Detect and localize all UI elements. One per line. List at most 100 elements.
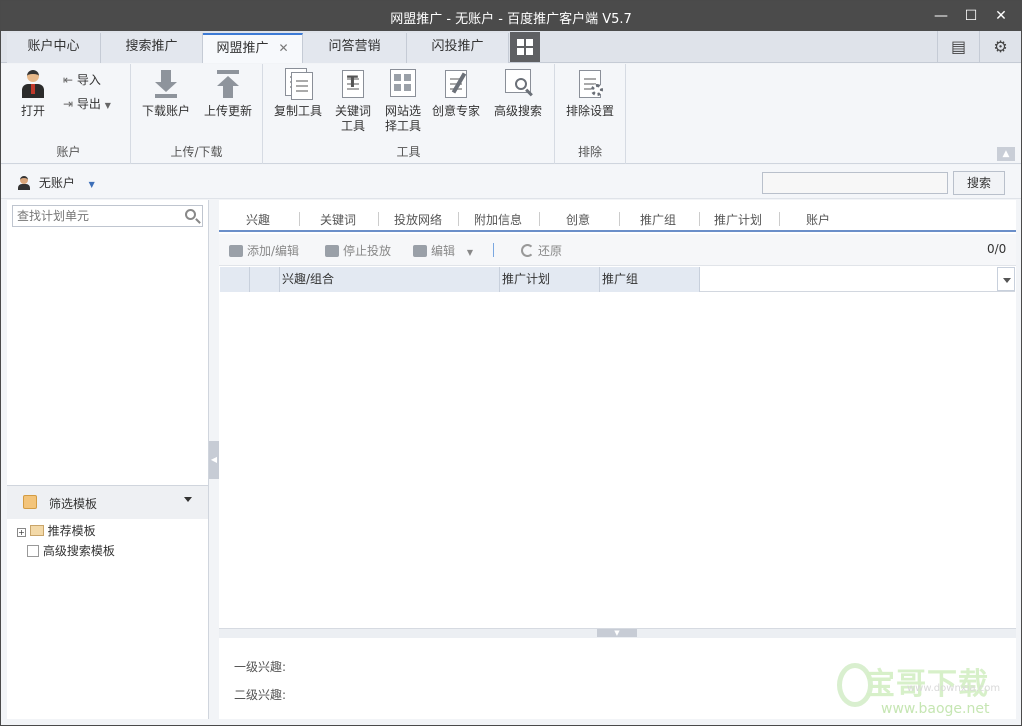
restore-label: 还原 [538, 244, 563, 258]
tab-label: 闪投推广 [431, 39, 484, 54]
upload-label: 上传更新 [203, 104, 252, 118]
site-select-tool-button[interactable]: 网站选 择工具 [379, 68, 427, 134]
tab-flash-promotion[interactable]: 闪投推广 [407, 33, 509, 63]
site-label-line1: 网站选 [384, 104, 421, 118]
add-edit-button[interactable]: 添加/编辑 [229, 242, 299, 259]
tab-search-promotion[interactable]: 搜索推广 [101, 33, 203, 63]
subtab-creative[interactable]: 创意 [566, 211, 590, 228]
subtab-promo-group[interactable]: 推广组 [640, 211, 676, 228]
plan-search-box [12, 205, 203, 227]
import-button[interactable]: ⇤ 导入 [63, 71, 101, 88]
account-selector[interactable]: 无账户 ▼ [17, 174, 95, 191]
copy-label: 复制工具 [273, 104, 322, 118]
plan-search-input[interactable] [13, 206, 173, 226]
grid-toolbar: 添加/编辑 停止投放 编辑 ▼ 还原 0/0 [219, 234, 1016, 266]
creative-expert-button[interactable]: 创意专家 [429, 68, 483, 119]
restore-icon [521, 244, 534, 257]
export-label: 导出 [76, 97, 101, 111]
search-input[interactable] [762, 172, 948, 194]
tab-network-promotion[interactable]: 网盟推广 ✕ [203, 33, 303, 63]
keyword-label-line2: 工具 [340, 119, 365, 133]
watermark-url: www.baoge.net [881, 701, 990, 717]
gear-icon[interactable]: ⚙ [979, 31, 1021, 63]
download-account-button[interactable]: 下载账户 [137, 68, 195, 119]
advanced-search-label: 高级搜索 [493, 104, 542, 118]
ribbon-group-label: 排除 [577, 145, 602, 159]
tab-qa-marketing[interactable]: 问答营销 [303, 33, 407, 63]
column-chooser-dropdown[interactable] [997, 267, 1015, 291]
app-window: 网盟推广 - 无账户 - 百度推广客户端 V5.7 — ☐ ✕ 账户中心 搜索推… [0, 0, 1022, 726]
edit-button[interactable]: 编辑 ▼ [413, 242, 473, 259]
column-interest-combo[interactable]: 兴趣/组合 [280, 267, 500, 292]
watermark-small-url: www.downxia.com [907, 683, 1001, 694]
download-label: 下载账户 [141, 104, 190, 118]
subtab-promo-plan[interactable]: 推广计划 [714, 211, 762, 228]
keyword-tool-button[interactable]: T 关键词 工具 [329, 68, 377, 134]
expand-icon[interactable]: + [17, 528, 26, 537]
detail-level2-label: 二级兴趣: [234, 688, 287, 702]
record-count: 0/0 [987, 242, 1007, 256]
subtab-account[interactable]: 账户 [806, 211, 830, 228]
add-edit-label: 添加/编辑 [247, 244, 300, 258]
column-promo-plan[interactable]: 推广计划 [500, 267, 600, 292]
restore-button[interactable]: 还原 [521, 242, 562, 259]
ribbon-group-transfer: 下载账户 上传更新 上传/下载 [131, 64, 263, 164]
export-button[interactable]: ⇥ 导出 ▼ [63, 95, 111, 112]
maximize-button[interactable]: ☐ [959, 5, 983, 27]
title-bar: 网盟推广 - 无账户 - 百度推广客户端 V5.7 — ☐ ✕ [1, 1, 1021, 31]
site-label-line2: 择工具 [384, 119, 421, 133]
close-button[interactable]: ✕ [989, 5, 1013, 27]
add-icon [229, 245, 243, 257]
close-tab-icon[interactable]: ✕ [278, 41, 288, 55]
stop-label: 停止投放 [343, 244, 392, 258]
advanced-search-button[interactable]: 高级搜索 [489, 68, 547, 119]
exclude-settings-button[interactable]: 排除设置 [561, 68, 619, 119]
tree-item-recommended[interactable]: + 推荐模板 [17, 522, 96, 539]
subtab-network[interactable]: 投放网络 [394, 211, 442, 228]
select-all-column[interactable] [220, 267, 250, 292]
ribbon-group-exclude: 排除设置 排除 [555, 64, 626, 164]
tree-item-advanced-search[interactable]: 高级搜索模板 [27, 542, 115, 559]
stop-icon [325, 245, 339, 257]
edit-icon [413, 245, 427, 257]
open-label: 打开 [20, 104, 45, 118]
grid-header: 兴趣/组合 推广计划 推广组 [220, 267, 1015, 292]
subtab-extra-info[interactable]: 附加信息 [474, 211, 522, 228]
upload-icon [213, 68, 243, 100]
tree-item-label: 高级搜索模板 [42, 544, 115, 558]
creative-pen-icon [441, 68, 471, 100]
site-grid-icon [388, 68, 418, 100]
subtab-keyword[interactable]: 关键词 [320, 211, 356, 228]
open-account-button[interactable]: 打开 [13, 68, 53, 119]
watermark-brand: 宝哥下载 [865, 667, 989, 702]
subtab-interest[interactable]: 兴趣 [246, 211, 270, 228]
search-button[interactable]: 搜索 [953, 171, 1005, 195]
exclude-label: 排除设置 [565, 104, 614, 118]
upload-update-button[interactable]: 上传更新 [199, 68, 257, 119]
apps-grid-icon[interactable] [510, 32, 540, 62]
account-bar: 无账户 ▼ 搜索 [1, 165, 1021, 199]
collapse-ribbon-icon[interactable]: ▲ [997, 147, 1015, 161]
filter-template-title: 筛选模板 [49, 497, 98, 511]
copy-icon [283, 68, 313, 100]
stop-delivery-button[interactable]: 停止投放 [325, 242, 391, 259]
search-icon[interactable] [185, 209, 196, 220]
tab-account-center[interactable]: 账户中心 [7, 33, 101, 63]
collapse-detail-icon[interactable]: ▼ [597, 629, 637, 637]
message-icon[interactable]: ▤ [937, 31, 979, 63]
ribbon-group-label: 上传/下载 [170, 145, 223, 159]
keyword-tool-icon: T [338, 68, 368, 100]
folder-icon [23, 495, 37, 509]
chevron-down-icon: ▼ [104, 101, 111, 110]
ribbon: 打开 ⇤ 导入 ⇥ 导出 ▼ 账户 下载账户 上传更新 上传/下载 复制工具 T… [1, 64, 1021, 164]
ribbon-group-tools: 复制工具 T 关键词 工具 网站选 择工具 创意专家 高级搜索 工具 [263, 64, 555, 164]
main-panel: 兴趣 关键词 投放网络 附加信息 创意 推广组 推广计划 账户 添加/编辑 停止… [219, 200, 1016, 719]
minimize-button[interactable]: — [929, 5, 953, 27]
column-promo-group[interactable]: 推广组 [600, 267, 700, 292]
import-icon: ⇤ [63, 73, 74, 87]
filter-template-header: 筛选模板 [7, 485, 208, 519]
chevron-down-icon[interactable] [184, 497, 192, 502]
copy-tool-button[interactable]: 复制工具 [271, 68, 325, 119]
left-panel-collapse-handle[interactable]: ◀ [209, 441, 219, 479]
download-icon [151, 68, 181, 100]
